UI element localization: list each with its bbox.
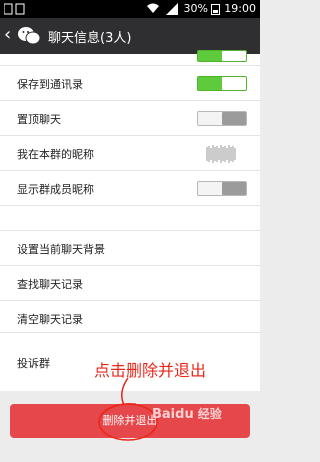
list-item-save-to-contacts[interactable]: 保存到通讯录 [0,66,260,101]
nickname-redacted-icon [206,145,236,163]
list-item-label: 置顶聊天 [17,113,61,126]
toggle-pin-chat[interactable] [197,111,247,126]
clock: 19:00 [224,2,256,15]
page-title: 聊天信息(3人) [48,31,132,46]
baidu-watermark: Baidu 经验 [152,405,222,422]
list-item-partial [0,50,260,66]
list-item-label: 清空聊天记录 [17,313,83,326]
list-item-my-nickname[interactable]: 我在本群的昵称 [0,136,260,171]
toggle-partial[interactable] [197,50,247,62]
signal-icon [166,3,178,15]
wechat-logo-icon [18,27,41,45]
list-item-label: 保存到通讯录 [17,78,83,91]
list-item-label: 我在本群的昵称 [17,148,94,161]
title-bar: ‹ 聊天信息(3人) [0,18,260,54]
list-item-label: 查找聊天记录 [17,278,83,291]
notification-icons [4,3,25,15]
settings-group-top: 保存到通讯录 置顶聊天 我在本群的昵称 显示群成员昵称 [0,50,260,231]
wifi-icon [147,3,159,13]
list-item-label: 投诉群 [17,357,50,370]
list-item-show-member-nicknames[interactable]: 显示群成员昵称 [0,171,260,206]
toggle-save-to-contacts[interactable] [197,76,247,91]
list-item-clear-history[interactable]: 清空聊天记录 [0,301,260,336]
watermark-brand: Baidu [152,407,194,422]
list-item-set-background[interactable]: 设置当前聊天背景 [0,231,260,266]
annotation-text: 点击删除并退出 [94,361,207,380]
toggle-show-member-nicknames[interactable] [197,181,247,196]
battery-icon [211,4,220,15]
list-item-search-history[interactable]: 查找聊天记录 [0,266,260,301]
chevron-left-icon[interactable]: ‹ [4,25,11,45]
list-item-label: 显示群成员昵称 [17,183,94,196]
settings-group-middle: 设置当前聊天背景 查找聊天记录 清空聊天记录 [0,230,260,336]
watermark-suffix: 经验 [197,407,222,421]
list-item-pin-chat[interactable]: 置顶聊天 [0,101,260,136]
status-bar: 30% 19:00 [0,0,260,18]
battery-percent: 30% [183,2,208,15]
list-item-label: 设置当前聊天背景 [17,243,105,256]
